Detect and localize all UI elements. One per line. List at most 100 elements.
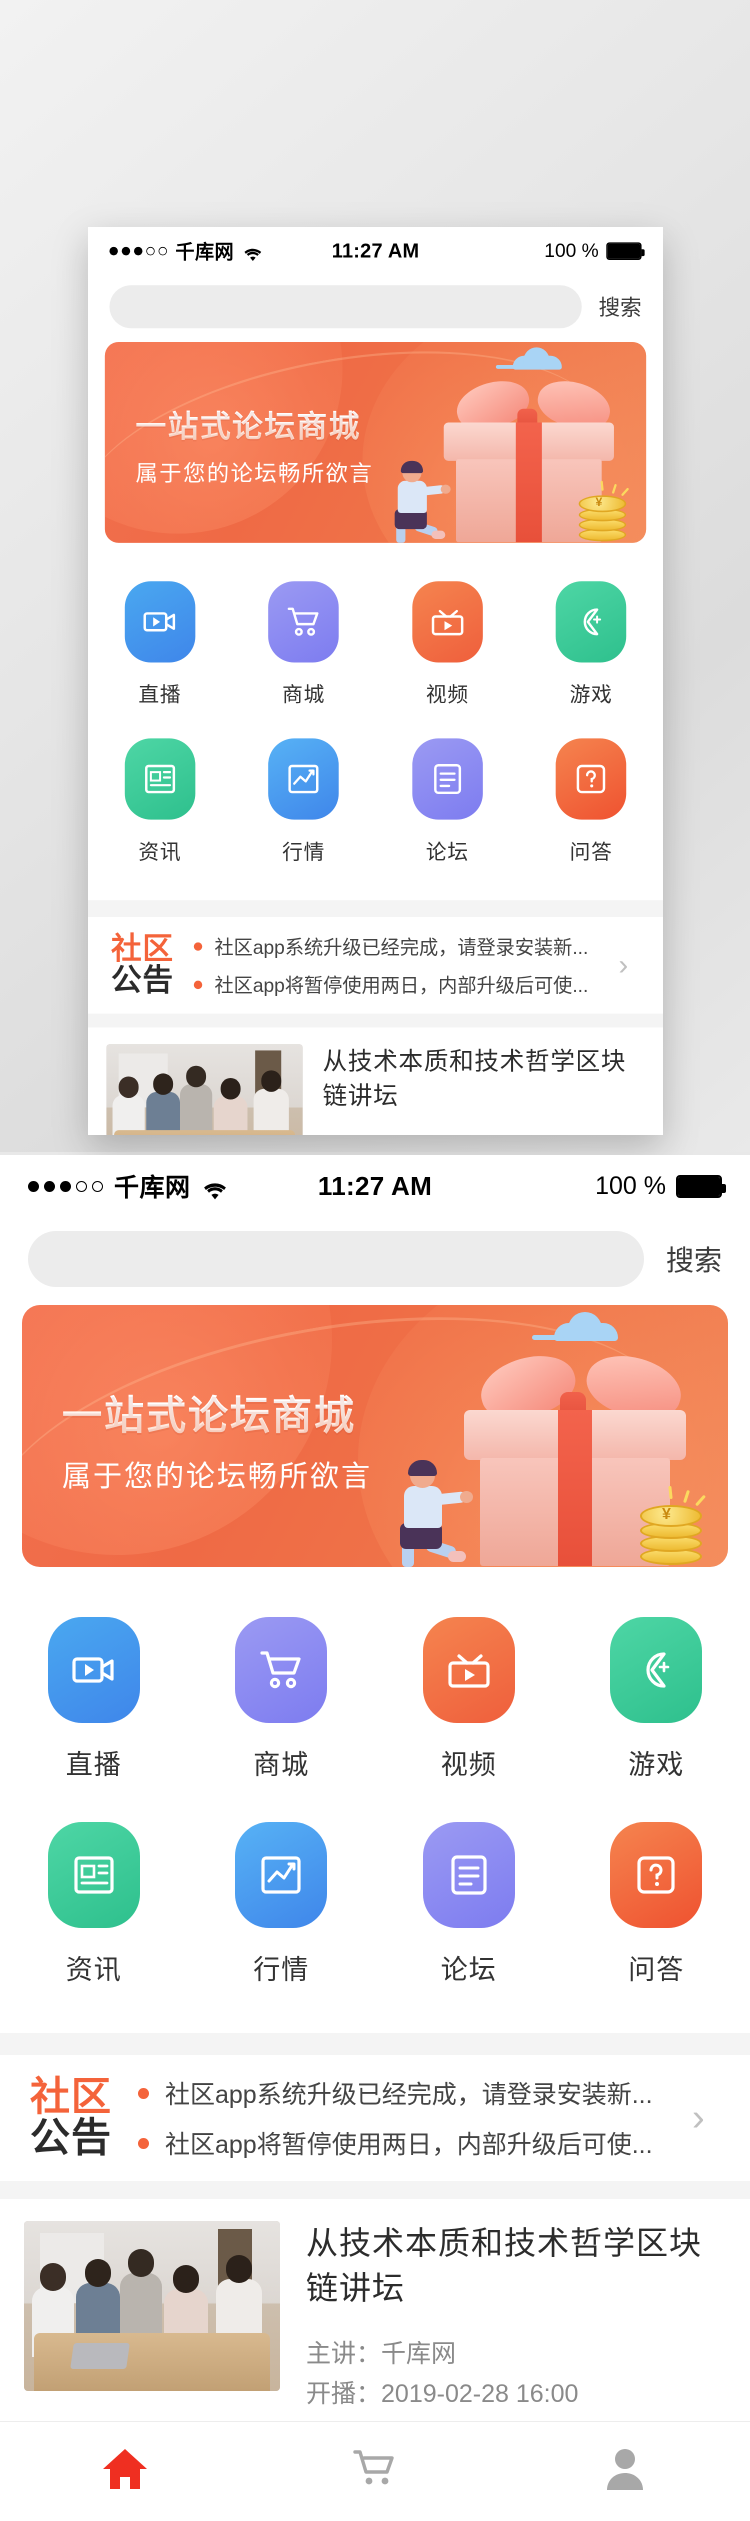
time-value: 2019-02-28 16:00 — [381, 2380, 579, 2409]
banner-section: 一站式论坛商城 属于您的论坛畅所欲言 ¥ — [0, 1301, 750, 1567]
category-item-视频[interactable]: 视频 — [376, 569, 520, 726]
category-item-商城[interactable]: 商城 — [232, 569, 376, 726]
search-input[interactable] — [109, 285, 582, 329]
category-grid: 直播 商城 视频 游戏 资讯 行情 论坛 问答 — [88, 542, 663, 901]
person-hand — [460, 1491, 473, 1503]
search-button[interactable]: 搜索 — [599, 291, 642, 322]
signal-strength-icon — [109, 246, 167, 255]
person-illustration — [396, 1460, 473, 1567]
category-item-问答[interactable]: 问答 — [519, 726, 663, 883]
live-list-section: 从技术本质和技术哲学区块链讲坛 主讲：千库网 开播：2019-02-28 16:… — [88, 1013, 663, 1135]
signal-dot-empty — [92, 1180, 103, 1192]
bullet-icon — [193, 980, 203, 989]
category-item-资讯[interactable]: 资讯 — [88, 726, 232, 883]
category-item-资讯[interactable]: 资讯 — [0, 1806, 188, 2011]
category-label: 直播 — [138, 683, 182, 707]
person-shoe — [448, 1551, 466, 1562]
wifi-icon — [243, 243, 263, 261]
banner-subtitle: 属于您的论坛畅所欲言 — [62, 1461, 373, 1493]
announcement-bar[interactable]: 社区 公告 社区app系统升级已经完成，请登录安装新... 社区app将暂停使用… — [88, 917, 663, 1014]
bottom-tab-bar — [0, 2421, 750, 2521]
announcement-item[interactable]: 社区app系统升级已经完成，请登录安装新... — [193, 932, 605, 960]
live-item-host: 主讲：千库网 — [306, 2334, 726, 2375]
banner-subtitle: 属于您的论坛畅所欲言 — [135, 461, 374, 487]
search-button[interactable]: 搜索 — [666, 1239, 722, 1279]
category-item-商城[interactable]: 商城 — [188, 1601, 376, 1806]
tab-home[interactable] — [0, 2444, 250, 2499]
person-illustration — [392, 460, 451, 543]
announcement-badge: 社区 公告 — [30, 2077, 112, 2159]
cloud-icon — [495, 347, 562, 370]
category-item-问答[interactable]: 问答 — [563, 1806, 750, 2011]
live-item-meta: 主讲：千库网 开播：2019-02-28 16:00 — [306, 2334, 726, 2415]
signal-dot — [109, 246, 118, 255]
announcement-badge-line1: 社区 — [111, 932, 174, 967]
promo-banner[interactable]: 一站式论坛商城 属于您的论坛畅所欲言 ¥ — [104, 342, 647, 543]
category-label: 视频 — [440, 1750, 497, 1780]
announcement-badge-line1: 社区 — [30, 2075, 112, 2120]
live-item-title: 从技术本质和技术哲学区块链讲坛 — [306, 2225, 703, 2307]
question-mark-icon — [610, 1822, 703, 1928]
status-bar-left: 千库网 — [109, 237, 331, 265]
banner-title: 一站式论坛商城 — [136, 402, 361, 446]
category-label: 视频 — [425, 683, 469, 707]
tab-cart[interactable] — [250, 2444, 500, 2499]
phone-preview-large: 千库网 11:27 AM 100 % 搜索 一站式论坛商城 属于您的论坛畅所欲言 — [0, 1155, 750, 2521]
sparkle-icon — [611, 483, 617, 494]
carrier-label: 千库网 — [175, 241, 235, 264]
question-mark-icon — [555, 738, 627, 820]
live-list-item[interactable]: 从技术本质和技术哲学区块链讲坛 主讲：千库网 开播：2019-02-28 16:… — [0, 2199, 750, 2441]
category-item-论坛[interactable]: 论坛 — [376, 726, 520, 883]
bullet-icon — [193, 941, 203, 951]
category-item-直播[interactable]: 直播 — [0, 1601, 188, 1806]
wifi-icon — [202, 1177, 228, 1199]
sparkle-icon — [600, 480, 604, 491]
category-item-论坛[interactable]: 论坛 — [375, 1806, 563, 2011]
host-value: 千库网 — [381, 2339, 457, 2368]
category-item-直播[interactable]: 直播 — [88, 569, 232, 726]
gamepad-icon — [555, 581, 627, 663]
chevron-right-icon[interactable]: › — [692, 2099, 726, 2137]
search-input[interactable] — [28, 1231, 644, 1287]
live-list-item[interactable]: 从技术本质和技术哲学区块链讲坛 主讲：千库网 开播：2019-02-28 16:… — [88, 1027, 663, 1135]
signal-dot-empty — [76, 1180, 87, 1192]
phone-preview-small: 千库网 11:27 AM 100 % 搜索 一站式论坛商城 属于您的论坛畅所欲言 — [88, 227, 663, 1135]
coin-top — [640, 1505, 702, 1527]
signal-dot-empty — [158, 246, 167, 255]
announcement-item[interactable]: 社区app将暂停使用两日，内部升级后可使... — [138, 2125, 674, 2161]
chevron-right-icon[interactable]: › — [619, 951, 645, 980]
line-chart-icon — [235, 1822, 328, 1928]
category-row: 资讯 行情 论坛 问答 — [88, 726, 663, 883]
category-row: 直播 商城 视频 游戏 — [0, 1601, 750, 1806]
category-item-游戏[interactable]: 游戏 — [519, 569, 663, 726]
announcement-bar[interactable]: 社区 公告 社区app系统升级已经完成，请登录安装新... 社区app将暂停使用… — [0, 2055, 750, 2181]
signal-dot-empty — [146, 246, 155, 255]
status-bar: 千库网 11:27 AM 100 % — [88, 227, 663, 275]
tab-profile[interactable] — [500, 2444, 750, 2499]
category-item-行情[interactable]: 行情 — [188, 1806, 376, 2011]
category-item-游戏[interactable]: 游戏 — [563, 1601, 750, 1806]
person-torso — [397, 480, 427, 513]
sparkle-icon — [683, 1489, 690, 1504]
announcement-item[interactable]: 社区app将暂停使用两日，内部升级后可使... — [193, 971, 605, 999]
category-label: 商城 — [282, 683, 326, 707]
category-label: 论坛 — [440, 1955, 497, 1985]
bullet-icon — [138, 2087, 149, 2099]
announcement-item[interactable]: 社区app系统升级已经完成，请登录安装新... — [138, 2075, 674, 2111]
category-item-视频[interactable]: 视频 — [375, 1601, 563, 1806]
clock-label: 11:27 AM — [317, 1170, 433, 1201]
promo-banner[interactable]: 一站式论坛商城 属于您的论坛畅所欲言 ¥ — [22, 1305, 728, 1567]
live-item-meta: 主讲：千库网 开播：2019-02-28 16:00 — [323, 1131, 645, 1135]
signal-dot — [134, 246, 143, 255]
document-lines-icon — [412, 738, 483, 820]
announcement-badge-line2: 公告 — [30, 2116, 112, 2160]
thumb-person — [180, 1065, 213, 1135]
thumb-table — [34, 2333, 270, 2391]
category-item-行情[interactable]: 行情 — [232, 726, 376, 883]
shopping-cart-icon — [268, 581, 339, 663]
announcement-text: 社区app系统升级已经完成，请登录安装新... — [214, 936, 589, 959]
coin-stack-icon: ¥ — [578, 480, 630, 542]
signal-dot — [28, 1180, 39, 1192]
battery-full-icon — [606, 241, 645, 260]
thumb-person — [112, 1076, 145, 1135]
